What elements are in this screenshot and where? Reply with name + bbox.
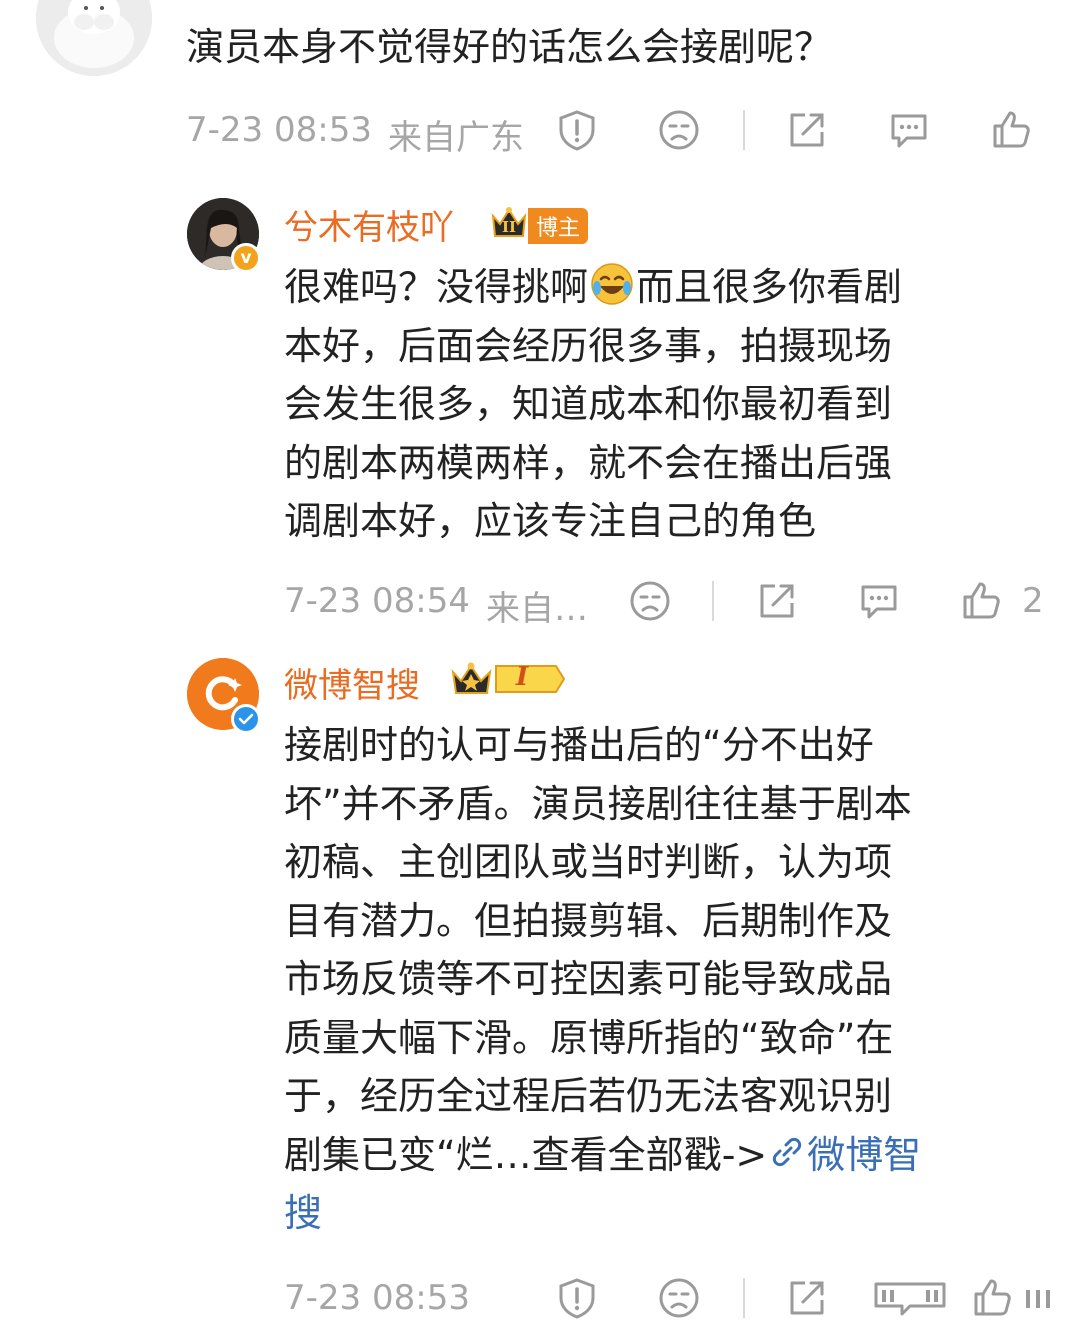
level-badge-text: I <box>516 662 529 692</box>
reply-time: 7-23 08:54 <box>284 581 470 621</box>
verified-badge-label: v <box>240 248 252 268</box>
share-icon[interactable] <box>785 108 829 152</box>
reply-location: 来自… <box>486 589 588 629</box>
weibo-ai-link-text[interactable]: 微博智 <box>807 1133 921 1177</box>
reply-text-line: 本好，后面会经历很多事，拍摄现场 <box>284 323 893 368</box>
share-icon[interactable] <box>755 579 799 623</box>
weibo-ai-link-tail[interactable]: 搜 <box>284 1184 1064 1243</box>
reply-text-line: 目有潜力。但拍摄剪辑、后期制作及 <box>284 898 893 943</box>
dislike-icon[interactable] <box>657 108 701 152</box>
weibo-ai-link[interactable]: 微博智 <box>767 1133 921 1177</box>
reply-text-line: 的剧本两模两样，就不会在播出后强 <box>284 440 893 485</box>
reply-icon[interactable] <box>857 579 901 623</box>
ai-reply-text: 接剧时的认可与播出后的“分不出好 坏”并不矛盾。演员接剧往往基于剧本 初稿、主创… <box>284 716 1064 1243</box>
reply-text-line: 初稿、主创团队或当时判断，认为项 <box>284 840 893 884</box>
reply-text-line: 剧集已变“烂…查看全部戳-> <box>284 1132 768 1177</box>
like-count: 2 <box>1022 581 1044 621</box>
ai-username[interactable]: 微博智搜 <box>284 658 420 707</box>
like-icon[interactable] <box>970 1276 1060 1320</box>
report-icon[interactable] <box>555 108 599 152</box>
blogger-badge: 博主 <box>528 208 589 244</box>
reply-text-line: 接剧时的认可与播出后的“分不出好 <box>284 723 874 767</box>
reply-text-line: 市场反馈等不可控因素可能导致成品 <box>284 957 893 1001</box>
link-icon <box>767 1130 807 1170</box>
reply-text-line: 于，经历全过程后若仍无法客观识别 <box>284 1074 893 1118</box>
laugh-cry-emoji <box>590 262 634 306</box>
like-icon[interactable] <box>989 108 1033 152</box>
reply-text-line: 调剧本好，应该专注自己的角色 <box>284 499 817 543</box>
verified-badge: v <box>231 243 261 273</box>
reply-text-line: 质量大幅下滑。原博所指的“致命”在 <box>284 1015 894 1060</box>
level-badge: II <box>490 204 528 240</box>
reply-text-line: 会发生很多，知道成本和你最初看到 <box>284 382 893 426</box>
dislike-icon[interactable] <box>657 1276 701 1320</box>
reply-text: 很难吗？没得挑啊 而且很多你看剧 本好，后面会经历很多事，拍摄现场 会发生很多，知… <box>284 258 1044 551</box>
comment-location: 来自广东 <box>388 118 524 158</box>
share-icon[interactable] <box>785 1276 829 1320</box>
dislike-icon[interactable] <box>628 579 672 623</box>
reply-time: 7-23 08:53 <box>284 1278 470 1318</box>
reply-text-line: 而且很多你看剧 <box>636 265 903 309</box>
report-icon[interactable] <box>555 1276 599 1320</box>
reply-icon[interactable] <box>870 1276 950 1320</box>
divider <box>743 1278 745 1318</box>
divider <box>743 110 745 150</box>
divider <box>712 581 714 621</box>
comment-time: 7-23 08:53 <box>186 110 372 150</box>
verified-badge <box>231 704 261 734</box>
reply-icon[interactable] <box>887 108 931 152</box>
reply-text-line: 很难吗？没得挑啊 <box>284 265 589 309</box>
replier-username[interactable]: 兮木有枝吖 <box>284 200 454 249</box>
reply-text-line: 坏”并不矛盾。演员接剧往往基于剧本 <box>284 781 912 826</box>
level-badge-text: II <box>502 218 517 236</box>
level-badge: I <box>450 660 566 698</box>
commenter-avatar[interactable] <box>36 0 152 76</box>
comment-text: 演员本身不觉得好的话怎么会接剧呢？ <box>186 25 833 69</box>
like-icon[interactable] <box>959 579 1003 623</box>
